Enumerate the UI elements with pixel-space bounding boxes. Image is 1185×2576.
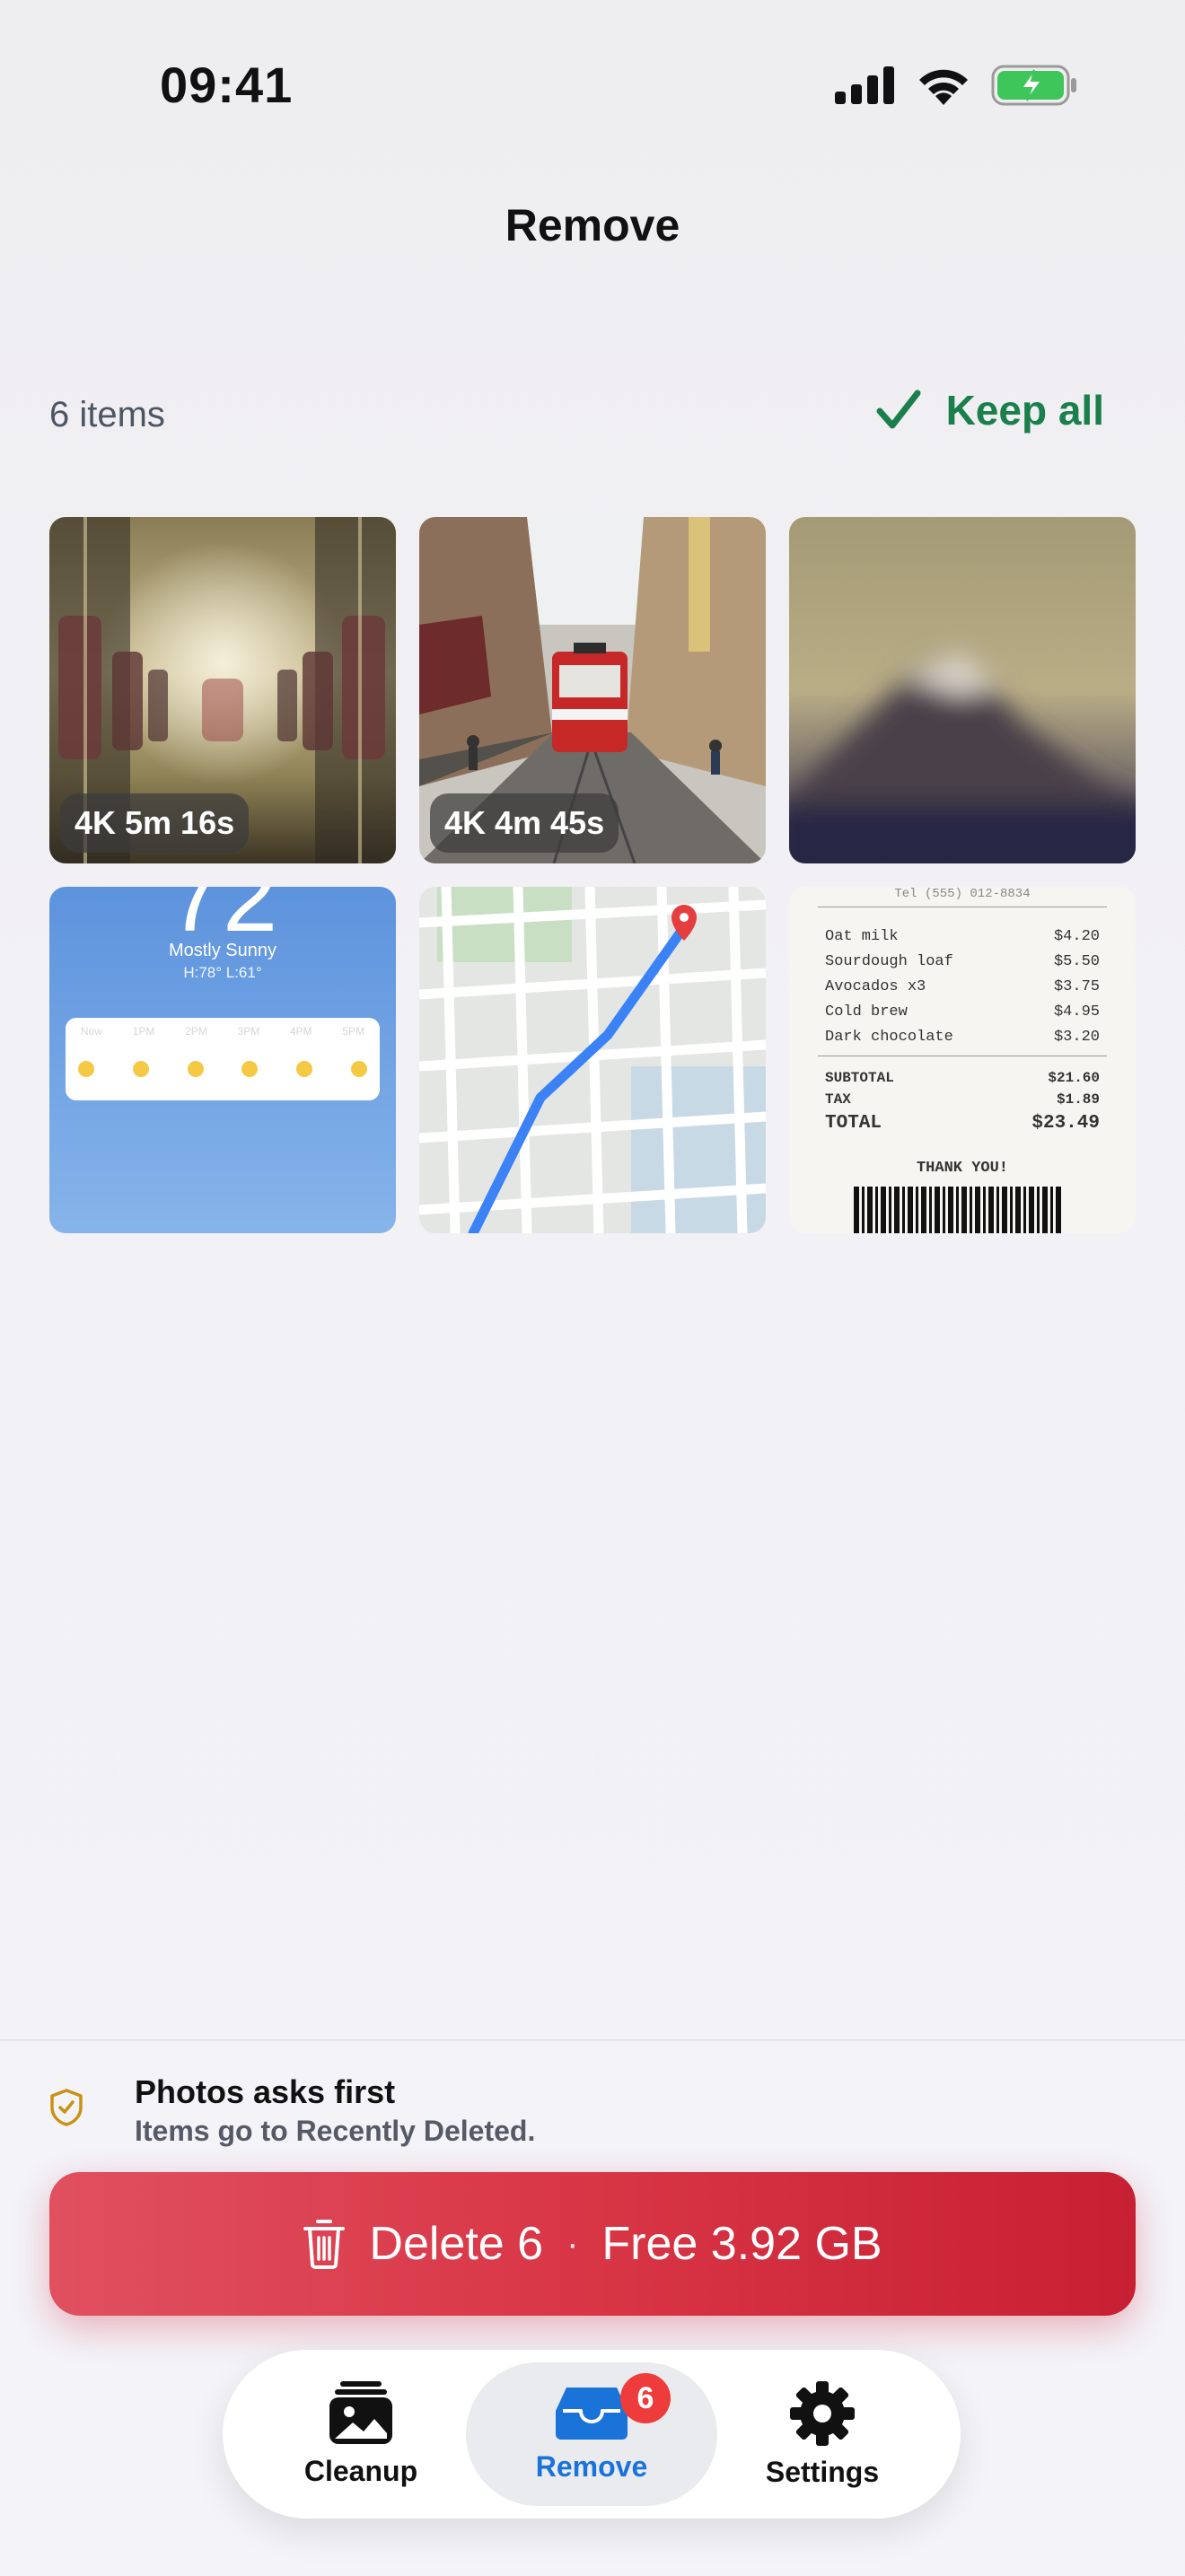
weather-high-low: H:78° L:61° xyxy=(183,964,262,981)
receipt-row: Oat milk $4.20 xyxy=(825,928,1100,945)
tab-cleanup[interactable]: Cleanup xyxy=(235,2362,487,2506)
status-time: 09:41 xyxy=(160,57,294,113)
weather-condition: Mostly Sunny xyxy=(168,941,277,960)
tab-settings-label: Settings xyxy=(765,2455,880,2488)
delete-separator: · xyxy=(566,2223,579,2264)
map-image xyxy=(419,887,766,1233)
weather-hour: 3PM xyxy=(237,1025,260,1038)
media-tile-weather[interactable]: 72 Mostly Sunny H:78° L:61° Now 1PM 2PM … xyxy=(49,887,396,1233)
item-count: 6 items xyxy=(49,395,165,434)
video-duration-badge: 4K 5m 16s xyxy=(60,793,250,853)
receipt-item-label: Dark chocolate xyxy=(825,1029,953,1046)
receipt-item-label: Avocados x3 xyxy=(825,978,926,995)
wifi-icon xyxy=(919,69,968,105)
sun-icon xyxy=(187,1061,204,1077)
keep-all-label: Keep all xyxy=(945,387,1104,434)
delete-button[interactable]: Delete 6 · Free 3.92 GB xyxy=(49,2172,1136,2316)
receipt-thanks: THANK YOU! xyxy=(916,1160,1009,1177)
media-tile-bus-interior[interactable]: 4K 5m 16s xyxy=(49,517,396,863)
barcode-icon xyxy=(854,1187,1062,1233)
receipt-item-price: $3.20 xyxy=(1053,1029,1100,1046)
receipt-item-label: Sourdough loaf xyxy=(825,953,953,970)
receipt-item-label: Cold brew xyxy=(825,1003,908,1021)
receipt-total-label: TOTAL xyxy=(825,1113,882,1134)
weather-hour: 5PM xyxy=(342,1025,365,1038)
weather-hour: 1PM xyxy=(132,1025,155,1038)
media-tile-tram-street[interactable]: 4K 4m 45s xyxy=(419,517,766,863)
cellular-signal-icon xyxy=(835,66,894,104)
tab-remove-label: Remove xyxy=(535,2449,648,2483)
receipt-total-row: TOTAL $23.49 xyxy=(825,1113,1100,1134)
keep-all-button[interactable]: Keep all xyxy=(876,386,1104,434)
notice-title: Photos asks first xyxy=(135,2073,396,2110)
gear-icon xyxy=(790,2380,855,2446)
sun-icon xyxy=(78,1061,94,1077)
receipt-header: Tel (555) 012-8834 xyxy=(894,887,1031,901)
receipt-row: Avocados x3 $3.75 xyxy=(825,978,1100,995)
weather-hour: 2PM xyxy=(185,1025,207,1038)
receipt-item-price: $3.75 xyxy=(1053,978,1100,995)
sun-icon xyxy=(241,1061,259,1077)
tray-icon xyxy=(556,2387,628,2440)
remove-count-badge: 6 xyxy=(620,2373,671,2423)
tab-bar: Cleanup Remove 6 Settings xyxy=(223,2350,961,2519)
receipt-row: Cold brew $4.95 xyxy=(825,1003,1100,1021)
receipt-tax-label: TAX xyxy=(825,1091,851,1108)
receipt-row: Dark chocolate $3.20 xyxy=(825,1029,1100,1046)
delete-label: Delete 6 xyxy=(369,2218,544,2270)
tab-cleanup-label: Cleanup xyxy=(303,2454,418,2487)
receipt-total-value: $23.49 xyxy=(1031,1113,1100,1134)
receipt-subtotal-label: SUBTOTAL xyxy=(825,1070,894,1086)
sun-icon xyxy=(296,1061,313,1077)
tab-settings[interactable]: Settings xyxy=(697,2362,948,2506)
blurry-mountain-image xyxy=(789,517,1136,863)
shield-check-icon xyxy=(50,2089,83,2126)
receipt-tax-value: $1.89 xyxy=(1056,1091,1100,1108)
receipt-row: Sourdough loaf $5.50 xyxy=(825,953,1100,970)
video-duration-badge: 4K 4m 45s xyxy=(430,793,619,853)
battery-charging-icon xyxy=(991,65,1076,106)
trash-icon xyxy=(303,2220,346,2269)
receipt-item-price: $4.20 xyxy=(1053,928,1100,945)
media-tile-receipt[interactable]: Tel (555) 012-8834 Oat milk $4.20 Sourdo… xyxy=(789,887,1136,1233)
free-space-label: Free 3.92 GB xyxy=(601,2218,882,2270)
weather-hours: Now 1PM 2PM 3PM 4PM 5PM xyxy=(66,1025,380,1038)
tab-remove[interactable]: Remove 6 xyxy=(466,2362,717,2506)
media-tile-map[interactable] xyxy=(419,887,766,1233)
receipt-item-price: $4.95 xyxy=(1053,1003,1100,1021)
photo-stack-icon xyxy=(329,2380,392,2444)
sun-icon xyxy=(350,1061,367,1077)
receipt-item-price: $5.50 xyxy=(1053,953,1100,970)
receipt-tax-row: TAX $1.89 xyxy=(825,1091,1100,1108)
media-grid: 4K 5m 16s 4K 4m 45s 72 Mostly Sunny H:78… xyxy=(49,517,1136,1233)
receipt-item-label: Oat milk xyxy=(825,928,899,945)
weather-sun-icons xyxy=(78,1061,367,1077)
status-icons xyxy=(835,65,1077,106)
receipt-subtotal-value: $21.60 xyxy=(1048,1070,1100,1086)
weather-hour: 4PM xyxy=(289,1025,312,1038)
page-title: Remove xyxy=(505,200,680,250)
receipt-subtotal-row: SUBTOTAL $21.60 xyxy=(825,1070,1100,1086)
sun-icon xyxy=(132,1061,149,1077)
weather-hour: Now xyxy=(80,1025,102,1038)
notice-subtitle: Items go to Recently Deleted. xyxy=(135,2115,536,2147)
media-tile-blurry-mountain[interactable] xyxy=(789,517,1136,863)
checkmark-icon xyxy=(876,390,921,429)
